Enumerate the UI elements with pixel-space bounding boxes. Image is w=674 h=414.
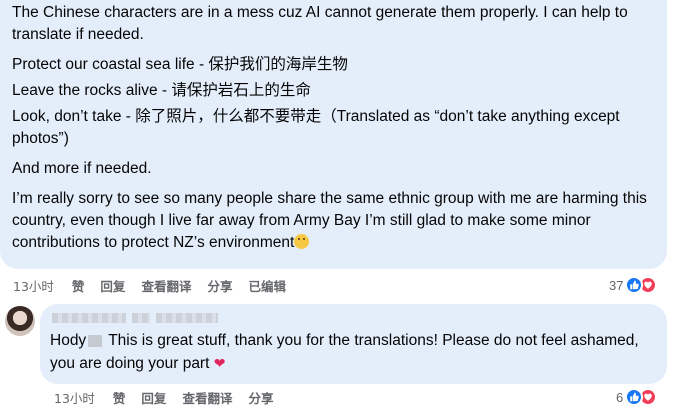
like-button[interactable]: 赞: [72, 276, 85, 295]
mention-name[interactable]: Hody: [50, 332, 86, 349]
redacted-author-name[interactable]: [52, 313, 218, 323]
comment-text: This is great stuff, thank you for the t…: [50, 332, 639, 372]
comment-actions-1: 13小时 赞 回复 查看翻译 分享 已编辑: [13, 276, 302, 295]
avatar[interactable]: [5, 306, 35, 336]
reply-button[interactable]: 回复: [100, 276, 125, 295]
comment-paragraph-last: I’m really sorry to see so many people s…: [12, 188, 655, 254]
comment-paragraph: The Chinese characters are in a mess cuz…: [12, 4, 628, 43]
like-icon: [625, 388, 644, 406]
reply-button[interactable]: 回复: [141, 388, 166, 407]
reaction-summary-2[interactable]: 6: [616, 388, 658, 406]
like-button[interactable]: 赞: [113, 388, 126, 407]
share-button[interactable]: 分享: [207, 276, 232, 295]
comment-paragraph: Protect our coastal sea life - 保护我们的海岸生物: [12, 56, 348, 73]
timestamp[interactable]: 13小时: [13, 276, 54, 295]
comment-text: I’m really sorry to see so many people s…: [12, 190, 647, 251]
redacted-mention: [88, 334, 103, 347]
see-translation-button[interactable]: 查看翻译: [182, 388, 232, 407]
comment-paragraph: And more if needed.: [12, 160, 152, 177]
comment-paragraph: Look, don’t take - 除了照片，什么都不要带走（Translat…: [12, 108, 620, 147]
heart-icon: ❤: [213, 355, 226, 371]
share-button[interactable]: 分享: [248, 388, 273, 407]
reaction-count: 37: [609, 277, 624, 293]
comment-paragraph: Leave the rocks alive - 请保护岩石上的生命: [12, 82, 311, 99]
comment-actions-2: 13小时 赞 回复 查看翻译 分享: [54, 388, 289, 407]
comment-bubble-2: Hody This is great stuff, thank you for …: [40, 304, 667, 384]
comment-bubble-1: The Chinese characters are in a mess cuz…: [0, 0, 667, 269]
sad-face-emoji-icon: [294, 234, 310, 249]
reaction-summary-1[interactable]: 37: [609, 276, 658, 294]
reaction-count: 6: [616, 389, 624, 405]
see-translation-button[interactable]: 查看翻译: [141, 276, 191, 295]
timestamp[interactable]: 13小时: [54, 388, 95, 407]
edited-label: 已编辑: [248, 279, 286, 294]
comment-text-2: Hody This is great stuff, thank you for …: [50, 330, 655, 375]
